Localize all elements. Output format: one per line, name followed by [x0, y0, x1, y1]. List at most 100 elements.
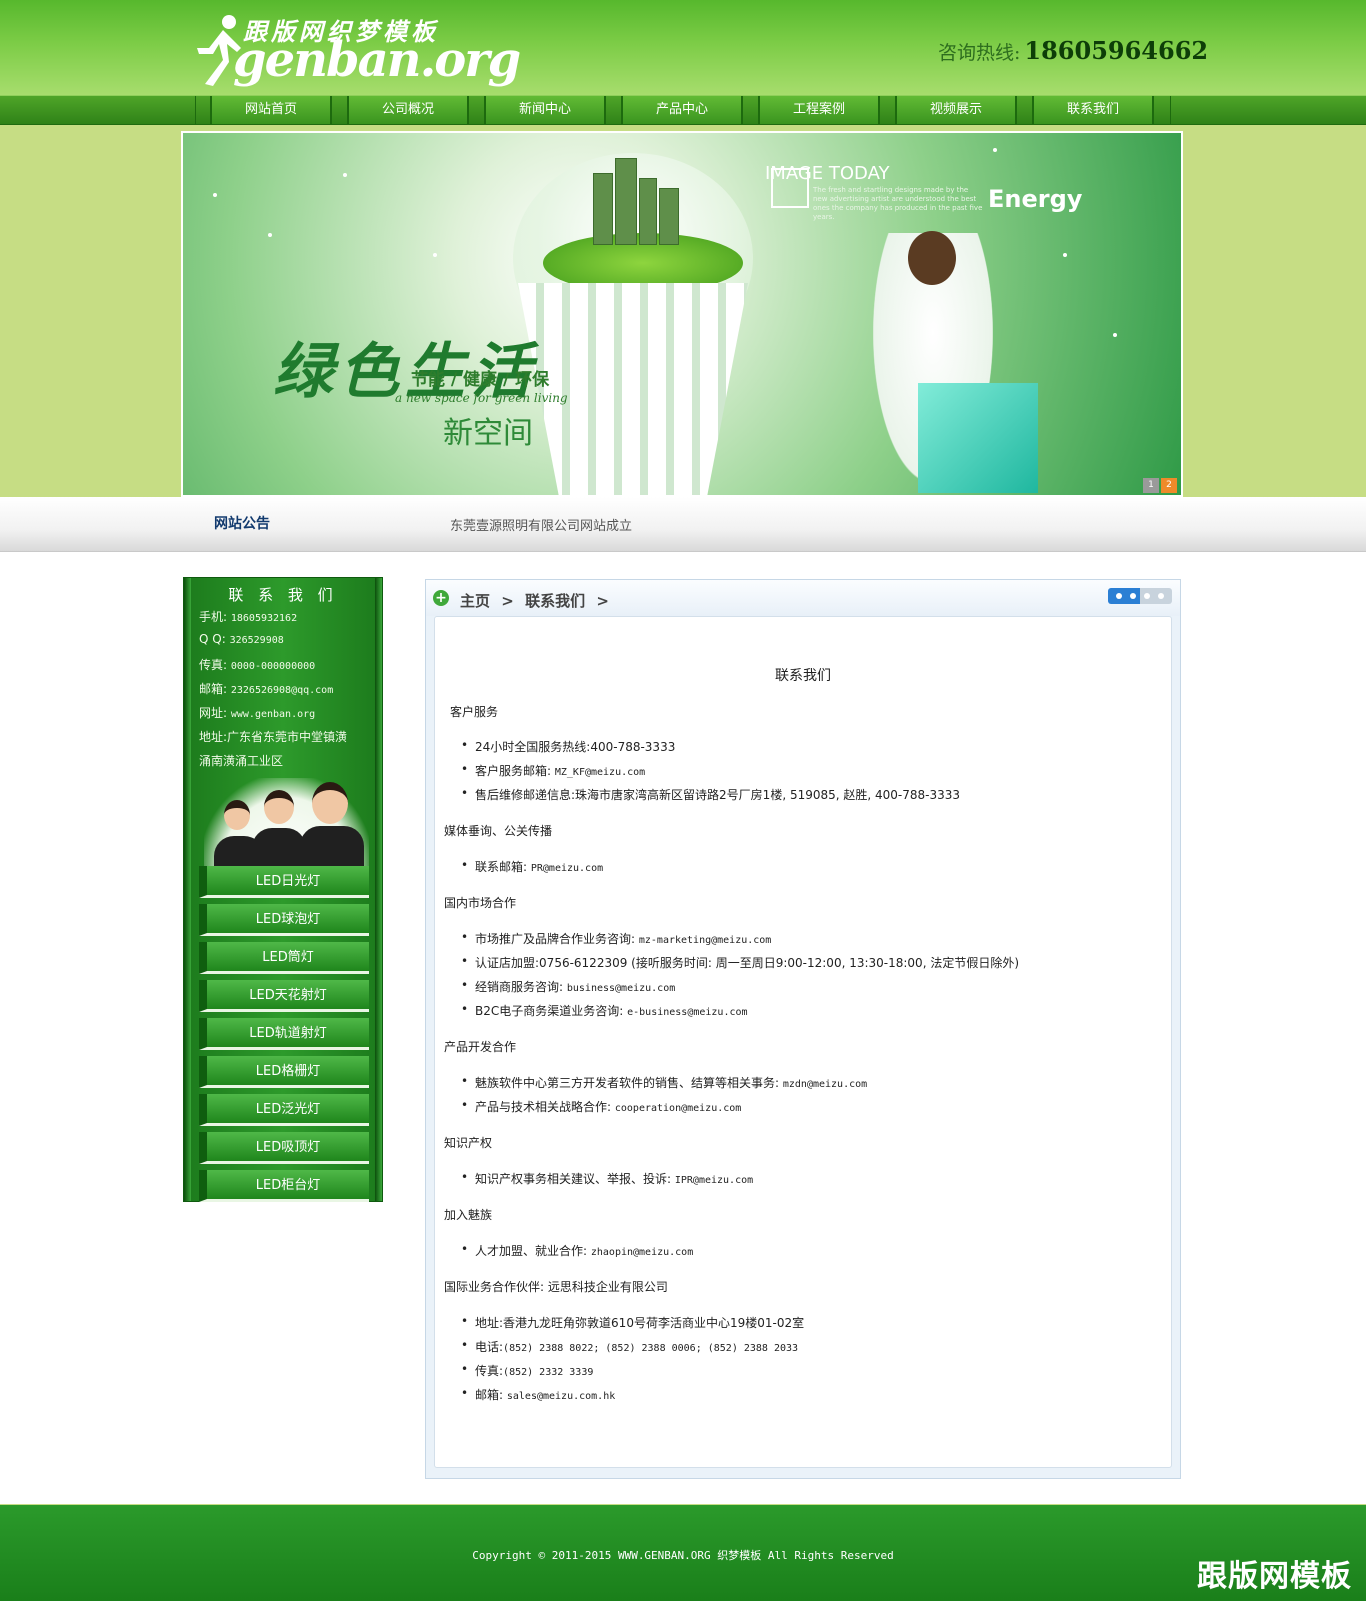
category-led-ceiling-lamp[interactable]: LED吸顶灯: [199, 1132, 369, 1164]
item-label: 产品与技术相关战略合作:: [475, 1100, 612, 1114]
breadcrumb-separator: >: [501, 592, 514, 610]
contact-line-mobile: 手机: 18605932162: [199, 608, 297, 625]
category-led-track-spot[interactable]: LED轨道射灯: [199, 1018, 369, 1050]
item-value[interactable]: mz-marketing@meizu.com: [639, 935, 771, 946]
contact-label: 传真:: [199, 658, 228, 672]
site-logo[interactable]: 跟版网织梦模板 genban.org: [193, 10, 521, 90]
section-title: 知识产权: [444, 1136, 493, 1150]
category-led-grille[interactable]: LED格栅灯: [199, 1056, 369, 1088]
notice-text[interactable]: 东莞壹源照明有限公司网站成立: [450, 515, 632, 534]
category-led-bulb[interactable]: LED球泡灯: [199, 904, 369, 936]
nav-item-videos[interactable]: 视频展示: [895, 96, 1017, 124]
item-value[interactable]: IPR@meizu.com: [675, 1175, 753, 1186]
item-value[interactable]: e-business@meizu.com: [627, 1007, 747, 1018]
contact-value: 18605932162: [230, 613, 298, 624]
logo-english-text: genban.org: [233, 32, 521, 88]
item-value[interactable]: business@meizu.com: [567, 983, 675, 994]
category-led-counter-lamp[interactable]: LED柜台灯: [199, 1170, 369, 1202]
contact-value: 326529908: [229, 635, 284, 646]
banner-tagline: 节能 / 健康 / 环保: [411, 370, 550, 390]
list-item: 市场推广及品牌合作业务咨询: mz-marketing@meizu.com: [461, 930, 771, 947]
list-item: 电话:(852) 2388 8022; (852) 2388 0006; (85…: [461, 1338, 798, 1355]
item-value: (852) 2332 3339: [503, 1367, 594, 1378]
contact-label: 邮箱:: [199, 682, 228, 696]
item-label: 市场推广及品牌合作业务咨询:: [475, 932, 636, 946]
item-label: 传真:: [475, 1364, 504, 1378]
category-led-ceiling-spot[interactable]: LED天花射灯: [199, 980, 369, 1012]
item-label: B2C电子商务渠道业务咨询:: [475, 1004, 624, 1018]
article-heading: 联系我们: [775, 668, 831, 684]
section-title: 客户服务: [450, 705, 499, 719]
contact-line-address: 地址:广东省东莞市中堂镇潢: [199, 728, 347, 745]
nav-item-cases[interactable]: 工程案例: [758, 96, 880, 124]
section-title: 产品开发合作: [444, 1040, 517, 1054]
banner-page-2[interactable]: 2: [1161, 478, 1177, 493]
copyright: Copyright © 2011-2015 WWW.GENBAN.ORG 织梦模…: [472, 1549, 894, 1562]
header: 跟版网织梦模板 genban.org 咨询热线: 18605964662: [0, 0, 1366, 95]
product-category-menu: LED日光灯 LED球泡灯 LED筒灯 LED天花射灯 LED轨道射灯 LED格…: [199, 866, 369, 1208]
category-led-tube[interactable]: LED日光灯: [199, 866, 369, 898]
nav-divider: [195, 96, 196, 124]
nav-item-contact[interactable]: 联系我们: [1032, 96, 1154, 124]
item-label: 24小时全国服务热线:: [475, 740, 591, 754]
sidebar: 联 系 我 们 手机: 18605932162 Q Q: 326529908 传…: [183, 577, 383, 1202]
section-title: 国际业务合作伙伴: 远思科技企业有限公司: [444, 1280, 668, 1294]
list-item: 24小时全国服务热线:400-788-3333: [461, 738, 676, 755]
plus-icon: +: [433, 590, 449, 606]
list-item: 知识产权事务相关建议、举报、投诉: IPR@meizu.com: [461, 1170, 753, 1187]
star-decoration: [213, 193, 217, 197]
list-item: 客户服务邮箱: MZ_KF@meizu.com: [461, 762, 645, 779]
hotline-label: 咨询热线:: [938, 42, 1021, 64]
item-value[interactable]: MZ_KF@meizu.com: [555, 767, 645, 778]
list-item: 认证店加盟:0756-6122309 (接听服务时间: 周一至周日9:00-12…: [461, 954, 1019, 971]
item-value: 400-788-3333: [590, 740, 676, 754]
item-value[interactable]: cooperation@meizu.com: [615, 1103, 741, 1114]
section-title: 媒体垂询、公关传播: [444, 824, 553, 838]
article-body: 联系我们 客户服务 24小时全国服务热线:400-788-3333 客户服务邮箱…: [434, 616, 1172, 1468]
category-led-downlight[interactable]: LED筒灯: [199, 942, 369, 974]
breadcrumb-contact[interactable]: 联系我们: [525, 592, 585, 610]
banner-page-1[interactable]: 1: [1143, 478, 1159, 493]
building: [615, 158, 637, 245]
hero-banner[interactable]: IMAGE TODAY The fresh and startling desi…: [181, 131, 1183, 497]
banner-pager: 12: [1141, 476, 1177, 493]
staff-body: [300, 826, 364, 866]
bulb-base: [518, 283, 748, 495]
item-value[interactable]: mzdn@meizu.com: [783, 1079, 867, 1090]
content-panel: + 主页 > 联系我们 > 联系我们 客户服务 24小时全国服务热线:400-7…: [425, 579, 1181, 1479]
nav-divider: [1170, 96, 1171, 124]
star-decoration: [993, 148, 997, 152]
contact-value: www.genban.org: [230, 709, 316, 720]
staff-body: [252, 828, 306, 866]
contact-label: 手机:: [199, 610, 228, 624]
image-today-caption: The fresh and startling designs made by …: [813, 186, 983, 221]
item-value[interactable]: zhaopin@meizu.com: [591, 1247, 693, 1258]
star-decoration: [343, 173, 347, 177]
contact-value: 涌南潢涌工业区: [199, 754, 284, 768]
nav-item-news[interactable]: 新闻中心: [484, 96, 606, 124]
breadcrumb-home[interactable]: 主页: [460, 592, 490, 610]
contact-line-qq: Q Q: 326529908: [199, 632, 284, 646]
category-led-floodlight[interactable]: LED泛光灯: [199, 1094, 369, 1126]
item-label: 客户服务邮箱:: [475, 764, 552, 778]
customer-service-photo: [204, 778, 369, 866]
star-decoration: [268, 233, 272, 237]
staff-face: [312, 782, 348, 824]
nav-item-products[interactable]: 产品中心: [621, 96, 743, 124]
banner-subtitle: 新空间: [443, 416, 533, 451]
item-label: 联系邮箱:: [475, 860, 528, 874]
item-value[interactable]: PR@meizu.com: [531, 863, 603, 874]
contact-label: 网址:: [199, 706, 228, 720]
item-label: 知识产权事务相关建议、举报、投诉:: [475, 1172, 672, 1186]
nav-item-about[interactable]: 公司概况: [347, 96, 469, 124]
item-label: 地址:: [475, 1316, 504, 1330]
item-label: 邮箱:: [475, 1388, 504, 1402]
contact-label: Q Q:: [199, 632, 226, 646]
nav-item-home[interactable]: 网站首页: [210, 96, 332, 124]
list-item: 邮箱: sales@meizu.com.hk: [461, 1386, 615, 1403]
item-label: 经销商服务咨询:: [475, 980, 564, 994]
staff-face: [224, 800, 250, 830]
star-decoration: [1063, 253, 1067, 257]
item-value[interactable]: sales@meizu.com.hk: [507, 1391, 615, 1402]
notice-label: 网站公告: [214, 516, 270, 532]
